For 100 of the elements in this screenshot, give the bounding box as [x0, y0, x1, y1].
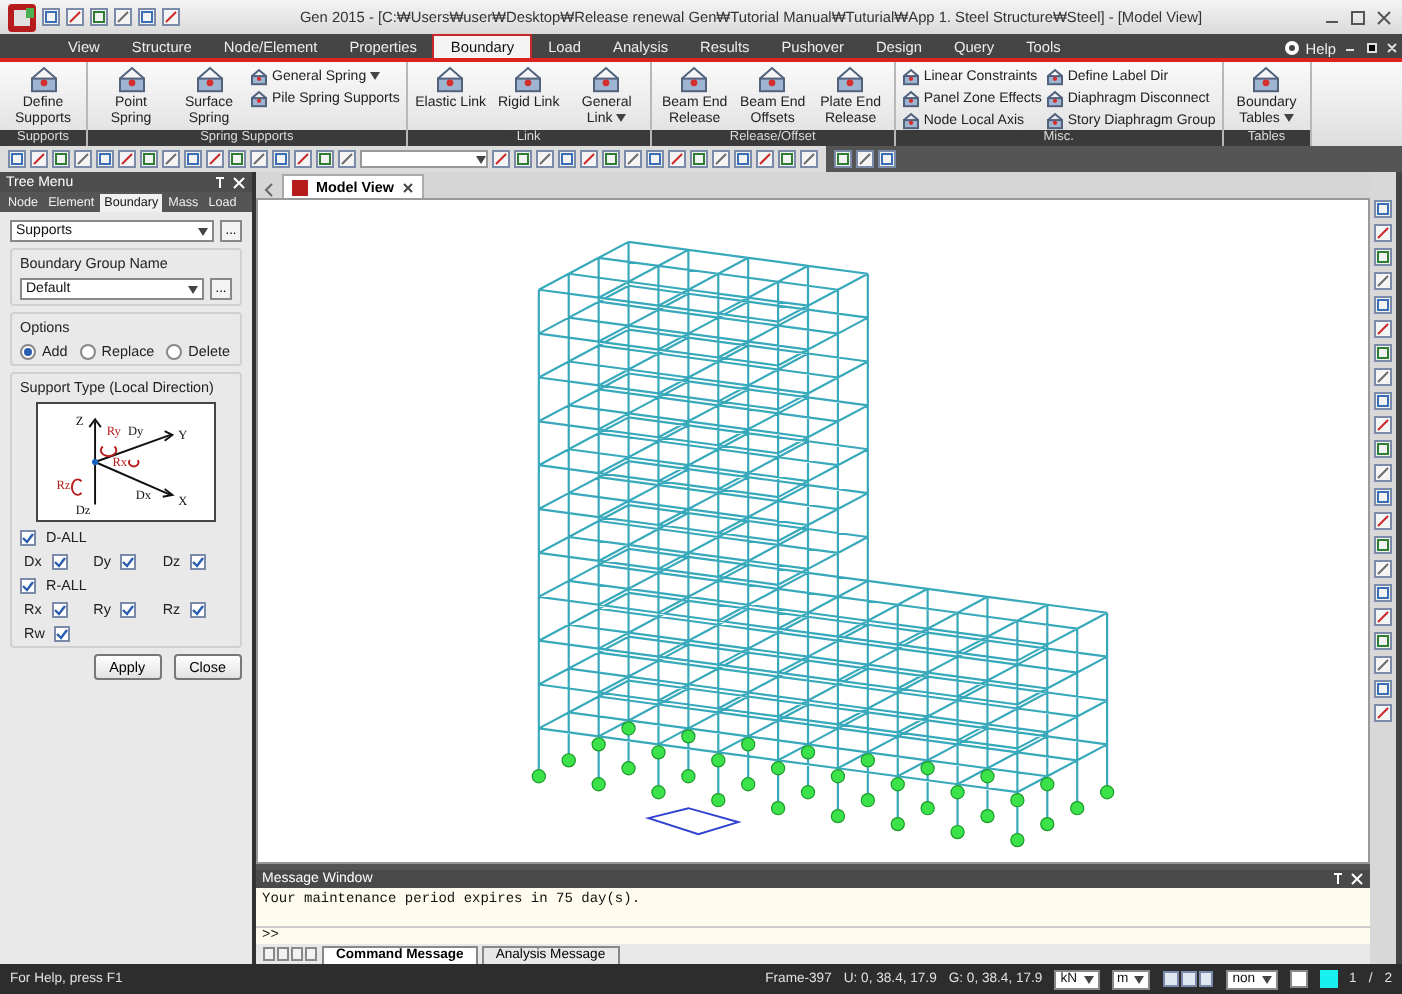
- color-swatch-icon[interactable]: [1319, 970, 1338, 988]
- toolbar-icon[interactable]: [834, 150, 852, 168]
- frame-tool-icon: [901, 67, 920, 85]
- frame-tool-icon: [1045, 89, 1064, 107]
- toolbar-icon[interactable]: [1374, 272, 1392, 290]
- toolbar-icon[interactable]: [8, 150, 26, 168]
- caret-icon: [1261, 975, 1272, 983]
- toolbar-icon[interactable]: [1374, 704, 1392, 722]
- toolbar-icon[interactable]: [756, 150, 774, 168]
- toolbar-icon[interactable]: [1374, 416, 1392, 434]
- toolbar-icon[interactable]: [1374, 392, 1392, 410]
- pin-icon[interactable]: [1332, 872, 1344, 886]
- toolbar-icon[interactable]: [90, 8, 108, 26]
- toolbar-icon[interactable]: [1374, 632, 1392, 650]
- toolbar-icon[interactable]: [1374, 656, 1392, 674]
- toolbar-icon[interactable]: [1374, 584, 1392, 602]
- toolbar-icon[interactable]: [1374, 440, 1392, 458]
- toolbar-icon[interactable]: [228, 150, 246, 168]
- tab-navigation-icon[interactable]: [262, 946, 318, 962]
- checkmark-icon: [122, 603, 135, 615]
- toolbar-icon[interactable]: [140, 150, 158, 168]
- toolbar-icon[interactable]: [878, 150, 896, 168]
- toolbar-icon[interactable]: [66, 8, 84, 26]
- checkbox[interactable]: [120, 553, 137, 569]
- toolbar-icon[interactable]: [1374, 344, 1392, 362]
- toolbar-icon[interactable]: [514, 150, 532, 168]
- toolbar-icon[interactable]: [624, 150, 642, 168]
- close-icon[interactable]: [402, 181, 415, 193]
- toolbar-icon[interactable]: [1374, 560, 1392, 578]
- toolbar-icon[interactable]: [42, 8, 60, 26]
- window-controls-icon: [1342, 38, 1402, 58]
- scroll-left-icon[interactable]: [264, 182, 274, 198]
- toolbar-icon[interactable]: [138, 8, 156, 26]
- toolbar-icon[interactable]: [118, 150, 136, 168]
- toolbar-icon[interactable]: [316, 150, 334, 168]
- checkbox[interactable]: [190, 601, 207, 617]
- checkbox[interactable]: [51, 553, 68, 569]
- checkmark-icon: [192, 555, 205, 567]
- toolbar-icon[interactable]: [114, 8, 132, 26]
- toolbar-icon[interactable]: [30, 150, 48, 168]
- toolbar-icon[interactable]: [734, 150, 752, 168]
- checkbox[interactable]: [20, 529, 36, 545]
- toolbar-icon[interactable]: [338, 150, 356, 168]
- checkbox[interactable]: [190, 553, 207, 569]
- toolbar-icon[interactable]: [1374, 512, 1392, 530]
- radio-button[interactable]: [79, 343, 96, 359]
- toolbar-icon[interactable]: [1374, 680, 1392, 698]
- toolbar-icon[interactable]: [272, 150, 290, 168]
- restore-icon[interactable]: [1348, 7, 1368, 27]
- toolbar-icon[interactable]: [778, 150, 796, 168]
- radio-button[interactable]: [20, 343, 36, 359]
- toolbar-icon[interactable]: [1374, 368, 1392, 386]
- frame-tool-icon: [1252, 66, 1281, 94]
- toolbar-icon[interactable]: [690, 150, 708, 168]
- frame-tool-icon: [836, 66, 865, 94]
- toolbar-icon[interactable]: [646, 150, 664, 168]
- checkbox[interactable]: [54, 625, 71, 641]
- toolbar-icon[interactable]: [1374, 320, 1392, 338]
- toolbar-icon[interactable]: [294, 150, 312, 168]
- frame-tool-icon: [436, 66, 465, 94]
- toolbar-icon[interactable]: [52, 150, 70, 168]
- frame-tool-icon: [195, 66, 223, 94]
- toolbar-icon[interactable]: [1374, 248, 1392, 266]
- support-axes-drawing: [70, 417, 175, 506]
- toolbar-icon[interactable]: [580, 150, 598, 168]
- toolbar-icon[interactable]: [206, 150, 224, 168]
- app-logo-icon: [292, 179, 308, 195]
- toolbar-icon[interactable]: [1374, 536, 1392, 554]
- checkbox[interactable]: [20, 577, 36, 593]
- frame-tool-icon: [592, 66, 621, 94]
- toolbar-icon[interactable]: [1374, 608, 1392, 626]
- toolbar-icon[interactable]: [536, 150, 554, 168]
- toolbar-icon[interactable]: [96, 150, 114, 168]
- radio-button[interactable]: [166, 343, 183, 359]
- toolbar-icon[interactable]: [162, 150, 180, 168]
- toolbar-icon[interactable]: [800, 150, 818, 168]
- checkmark-icon: [53, 555, 66, 567]
- toolbar-icon[interactable]: [184, 150, 202, 168]
- toolbar-icon[interactable]: [492, 150, 510, 168]
- pin-icon[interactable]: [214, 175, 226, 189]
- toolbar-icon[interactable]: [250, 150, 268, 168]
- toolbar-icon[interactable]: [1374, 464, 1392, 482]
- toolbar-icon[interactable]: [668, 150, 686, 168]
- toolbar-icon[interactable]: [856, 150, 874, 168]
- checkbox[interactable]: [120, 601, 137, 617]
- caret-icon: [476, 155, 486, 163]
- toolbar-icon[interactable]: [1374, 200, 1392, 218]
- toolbar-icon[interactable]: [1374, 296, 1392, 314]
- combo-field[interactable]: [360, 150, 488, 168]
- toolbar-icon[interactable]: [1374, 488, 1392, 506]
- toolbar-icon[interactable]: [74, 150, 92, 168]
- toolbar-icon[interactable]: [558, 150, 576, 168]
- checkmark-icon: [192, 603, 205, 615]
- checkbox[interactable]: [51, 601, 68, 617]
- toolbar-icon[interactable]: [162, 8, 180, 26]
- toolbar-icon[interactable]: [602, 150, 620, 168]
- toolbar-icon[interactable]: [1374, 224, 1392, 242]
- caret-icon: [198, 227, 208, 235]
- close-icon[interactable]: [1374, 7, 1394, 27]
- toolbar-icon[interactable]: [712, 150, 730, 168]
